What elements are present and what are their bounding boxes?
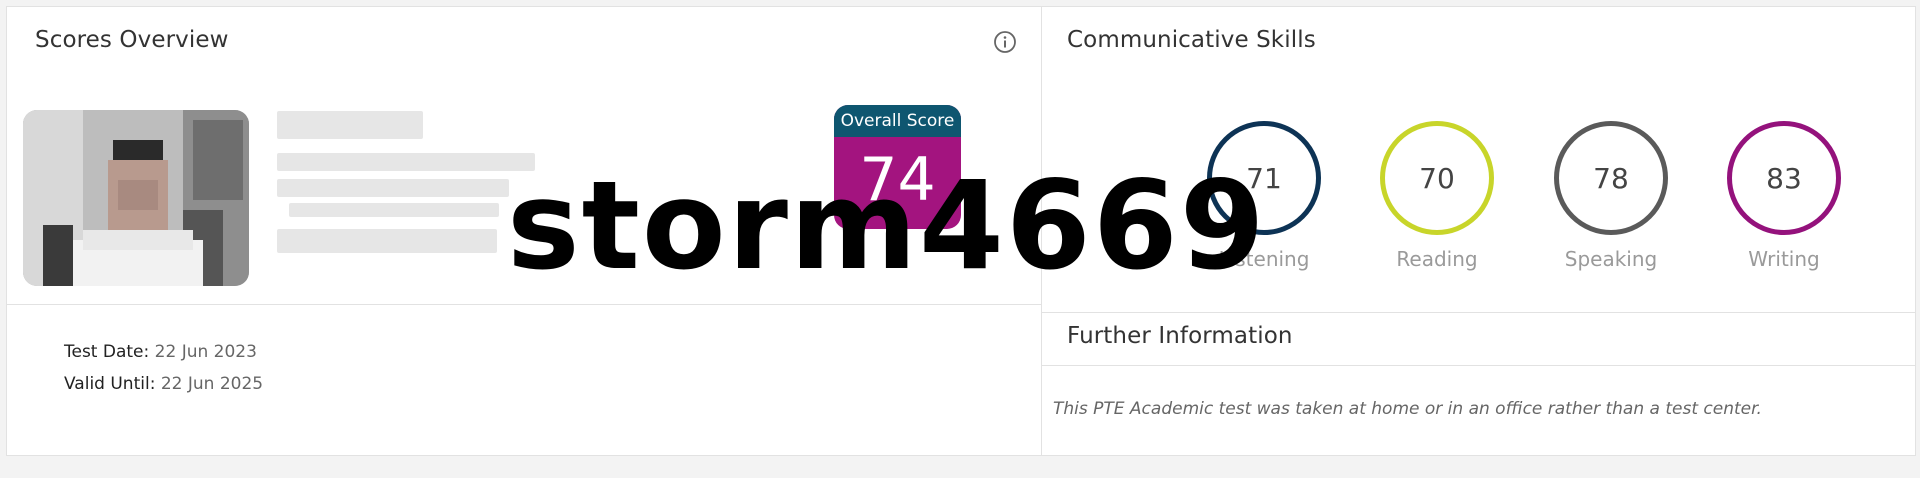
communicative-skills-title: Communicative Skills [1067, 27, 1316, 53]
skill-score: 83 [1766, 161, 1802, 195]
section-divider [7, 304, 1041, 305]
test-date-label: Test Date [64, 342, 144, 362]
skill-writing: 83 Writing [1727, 121, 1841, 271]
section-divider [1041, 312, 1915, 313]
skill-ring: 70 [1380, 121, 1494, 235]
scores-overview-title: Scores Overview [35, 27, 229, 53]
skill-score: 78 [1593, 161, 1629, 195]
further-information-title: Further Information [1067, 323, 1293, 349]
blurred-detail-line [277, 179, 509, 197]
candidate-photo [23, 110, 249, 286]
blurred-detail-line [289, 203, 499, 217]
valid-until-value: 22 Jun 2025 [160, 374, 264, 394]
test-date-value: 22 Jun 2023 [154, 342, 257, 362]
test-date-row: Test Date: 22 Jun 2023 [64, 342, 257, 362]
skill-label: Speaking [1564, 247, 1658, 271]
valid-until-row: Valid Until: 22 Jun 2025 [64, 374, 264, 394]
skill-label: Writing [1748, 247, 1820, 271]
section-divider [1041, 365, 1915, 366]
blurred-candidate-name [277, 111, 423, 139]
skill-ring: 83 [1727, 121, 1841, 235]
watermark-text: storm4669 [507, 155, 1267, 297]
skill-score: 70 [1419, 161, 1455, 195]
skill-speaking: 78 Speaking [1554, 121, 1668, 271]
valid-until-label: Valid Until [64, 374, 150, 394]
further-information-note: This PTE Academic test was taken at home… [1053, 399, 1762, 419]
skill-reading: 70 Reading [1380, 121, 1494, 271]
blurred-detail-line [277, 153, 535, 171]
skill-label: Reading [1396, 247, 1478, 271]
skill-ring: 78 [1554, 121, 1668, 235]
blurred-detail-line [277, 229, 497, 253]
info-icon[interactable] [993, 30, 1017, 54]
overall-score-label: Overall Score [834, 105, 961, 137]
